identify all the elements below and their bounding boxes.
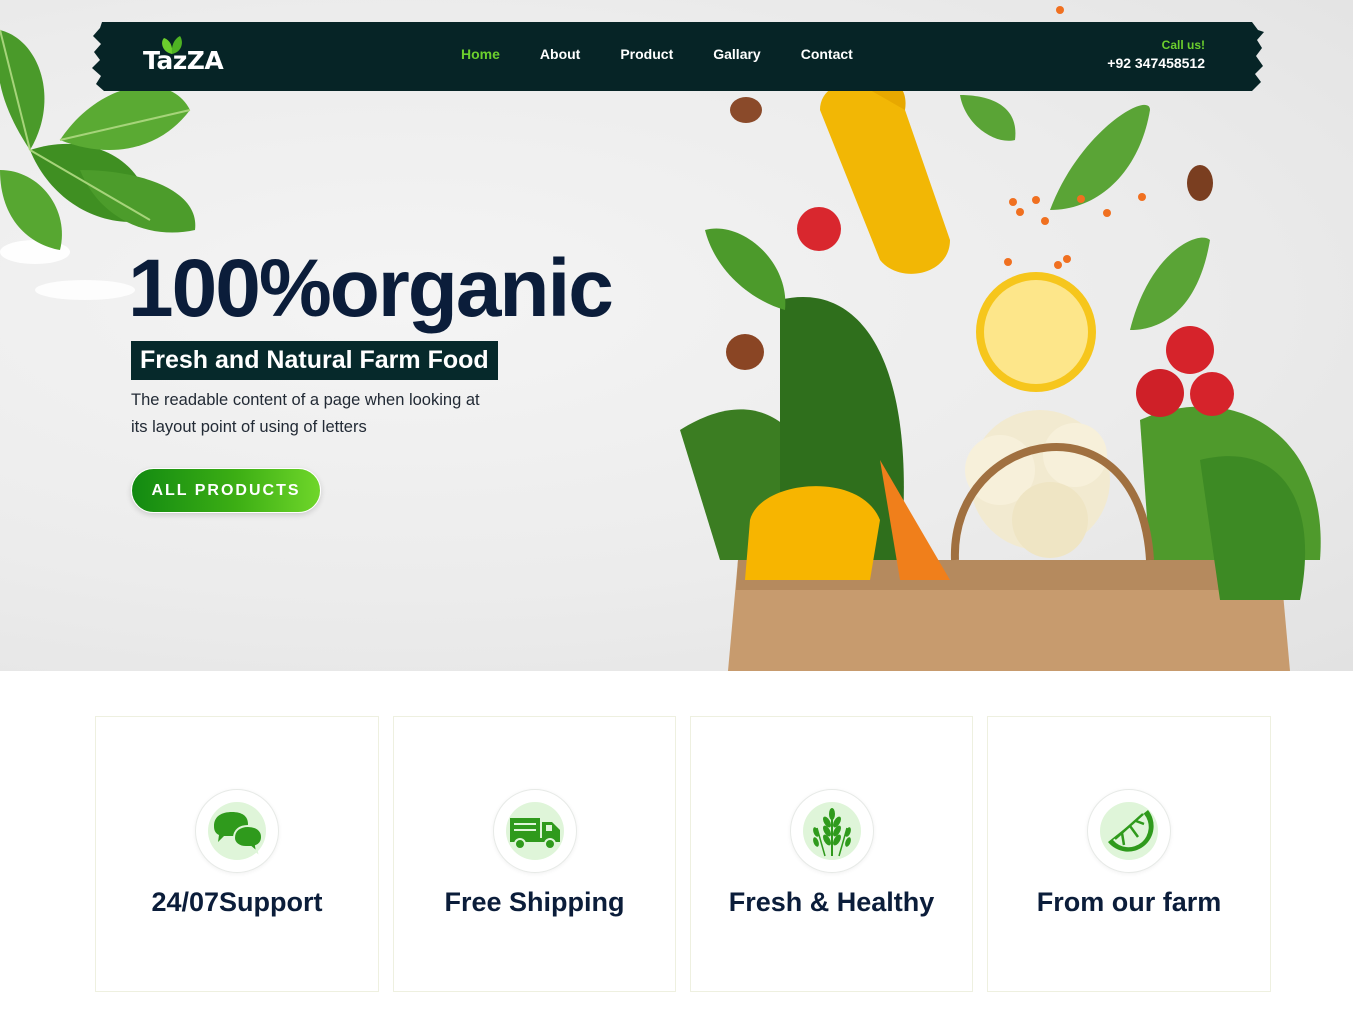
feature-card-shipping: Free Shipping [393, 716, 676, 992]
feature-icon-circle [789, 789, 874, 873]
lime-slice-icon [1108, 810, 1154, 852]
feature-title: Fresh & Healthy [728, 887, 935, 917]
feature-card-fresh: Fresh & Healthy [690, 716, 973, 992]
nav-item-product[interactable]: Product [620, 46, 673, 62]
nav-item-contact[interactable]: Contact [801, 46, 853, 62]
wheat-icon [812, 808, 851, 857]
call-us-block: Call us! +92 347458512 [1107, 38, 1205, 74]
feature-icon-circle [1087, 789, 1171, 873]
feature-card-farm: From our farm [987, 716, 1271, 992]
feature-title: 24/07Support [151, 887, 323, 917]
nav-item-about[interactable]: About [540, 46, 580, 62]
hero-tagline: Fresh and Natural Farm Food [131, 341, 498, 380]
feature-icon-circle [195, 789, 279, 873]
brand-name: TazZA [143, 46, 224, 75]
call-us-label: Call us! [1161, 38, 1205, 52]
nav-item-gallary[interactable]: Gallary [713, 46, 760, 62]
feature-card-support: 24/07Support [95, 716, 379, 992]
main-navbar: TazZA Home About Product Gallary Contact… [92, 22, 1264, 91]
hero-section: TazZA Home About Product Gallary Contact… [0, 0, 1353, 671]
feature-icon-circle [492, 789, 577, 873]
brand-logo[interactable]: TazZA [143, 36, 224, 78]
nav-menu: Home About Product Gallary Contact [461, 46, 893, 62]
delivery-truck-icon [509, 818, 560, 850]
feature-title: From our farm [1036, 887, 1222, 917]
hero-headline: 100%organic [128, 243, 614, 334]
nav-item-home[interactable]: Home [461, 46, 500, 62]
hero-description: The readable content of a page when look… [131, 391, 480, 436]
phone-number-link[interactable]: +92 347458512 [1107, 52, 1205, 74]
feature-title: Free Shipping [444, 887, 625, 917]
chat-bubbles-icon [214, 812, 264, 855]
all-products-button[interactable]: ALL PRODUCTS [131, 468, 321, 513]
